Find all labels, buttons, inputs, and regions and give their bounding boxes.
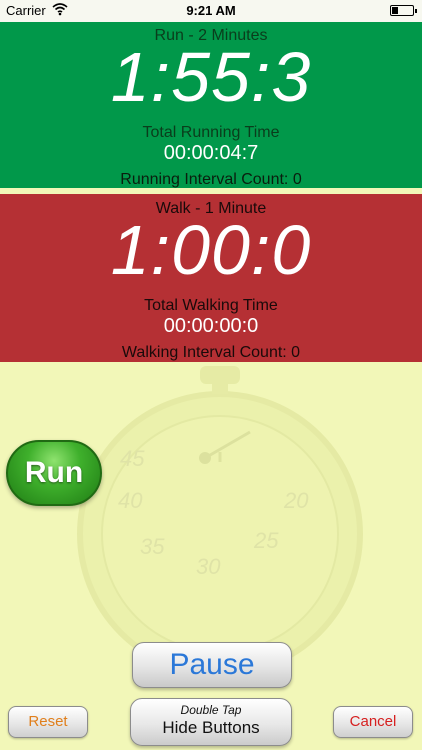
watermark-number: 45 — [120, 446, 145, 471]
total-walking-time-label: Total Walking Time — [144, 297, 278, 314]
watermark-number: 20 — [283, 488, 309, 513]
walk-countdown: 1:00:0 — [110, 211, 312, 289]
run-button[interactable]: Run — [6, 440, 102, 506]
reset-button[interactable]: Reset — [8, 706, 88, 738]
watermark-number: 25 — [253, 528, 279, 553]
running-interval-count: Running Interval Count: 0 — [120, 171, 302, 188]
double-tap-hint: Double Tap — [180, 703, 242, 717]
status-bar: Carrier 9:21 AM — [0, 0, 422, 22]
hide-buttons-label: Hide Buttons — [162, 718, 260, 737]
hide-buttons-button[interactable]: Double Tap Hide Buttons — [130, 698, 292, 746]
run-interval-panel: Run - 2 Minutes 1:55:3 Total Running Tim… — [0, 22, 422, 188]
walk-interval-panel: Walk - 1 Minute 1:00:0 Total Walking Tim… — [0, 194, 422, 362]
walking-interval-count: Walking Interval Count: 0 — [121, 344, 301, 361]
pause-button[interactable]: Pause — [132, 642, 292, 688]
total-walking-time-value: 00:00:00:0 — [163, 315, 259, 337]
run-countdown: 1:55:3 — [110, 38, 312, 116]
cancel-button[interactable]: Cancel — [333, 706, 413, 738]
watermark-number: 30 — [196, 554, 221, 579]
clock: 9:21 AM — [186, 3, 236, 18]
total-running-time-label: Total Running Time — [142, 124, 280, 141]
watermark-number: 35 — [140, 534, 165, 559]
total-running-time-value: 00:00:04:7 — [163, 142, 259, 164]
watermark-number: 40 — [118, 488, 143, 513]
battery-icon — [390, 5, 417, 16]
